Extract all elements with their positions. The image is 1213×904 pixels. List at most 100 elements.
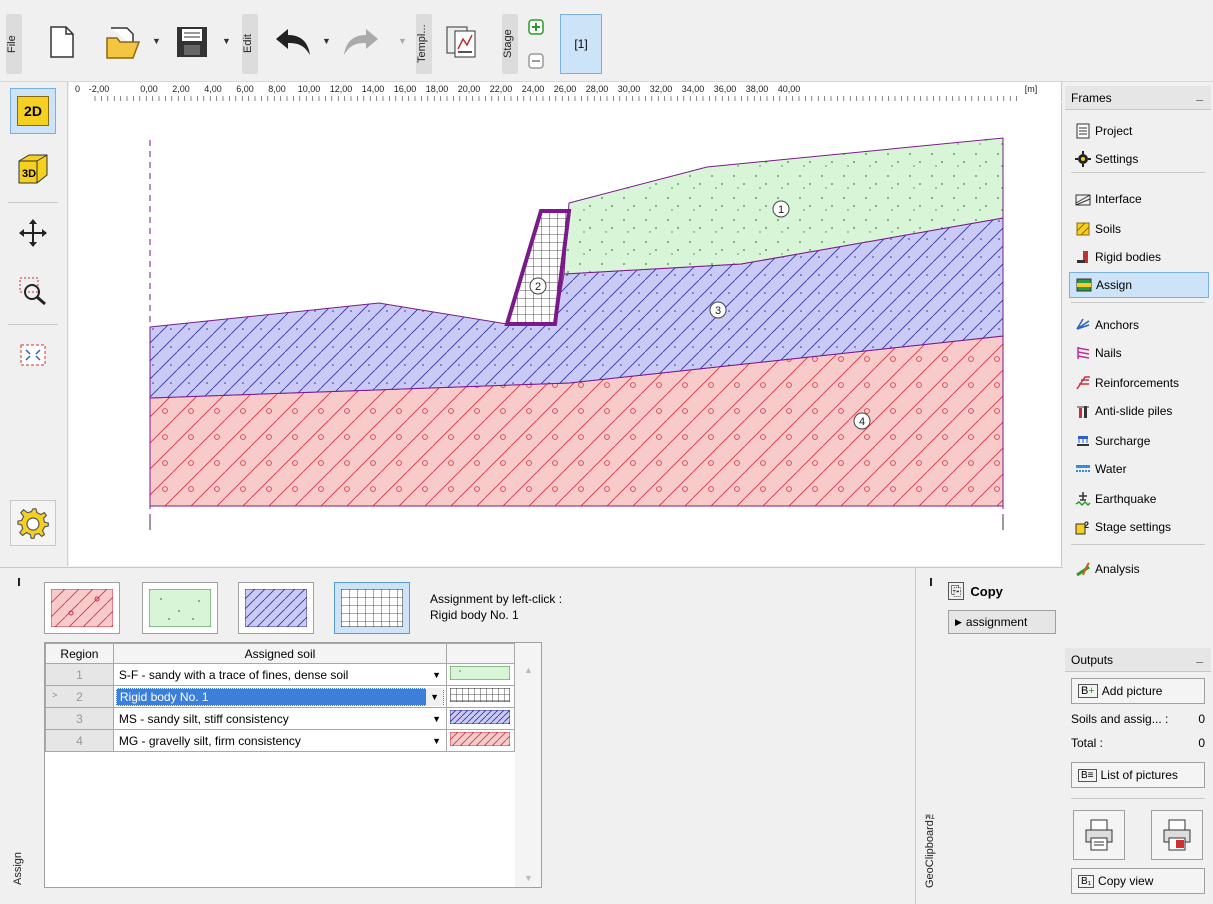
save-file-button[interactable] [170, 22, 214, 62]
ruler-tick-label: 24,00 [522, 84, 545, 94]
view-2d-button[interactable]: 2D [10, 88, 56, 134]
print-export-button[interactable] [1151, 810, 1203, 860]
soil-swatch-green[interactable] [142, 582, 218, 634]
zoom-extents-icon [20, 344, 46, 366]
frame-item-project[interactable]: Project [1069, 118, 1209, 144]
add-stage-button[interactable] [528, 19, 544, 35]
view-settings-button[interactable] [10, 500, 56, 546]
zoom-button[interactable] [10, 268, 56, 314]
frame-item-soils[interactable]: Soils [1069, 216, 1209, 242]
copy-button[interactable]: ⎘ Copy [948, 582, 1003, 600]
list-of-pictures-button[interactable]: B≡ List of pictures [1071, 762, 1205, 788]
open-file-button[interactable] [102, 22, 148, 62]
view-3d-button[interactable]: 3D [10, 146, 56, 192]
frame-item-label: Settings [1095, 152, 1139, 166]
pan-button[interactable] [10, 210, 56, 256]
copy-view-icon: B₁ [1078, 874, 1095, 888]
edit-group-label[interactable]: Edit [242, 14, 258, 74]
frames-panel: Frames _ Project Settings Interface Soils Ri… [1063, 82, 1213, 904]
stage-tab-1[interactable]: [1] [560, 14, 602, 74]
assigned-soil-select[interactable]: Rigid body No. 1 ▼ [112, 685, 447, 708]
gear-icon [17, 508, 49, 539]
scroll-down-arrow[interactable]: ▼ [524, 873, 533, 883]
frame-item-earthquake[interactable]: Earthquake [1069, 486, 1209, 512]
zoom-extents-button[interactable] [10, 332, 56, 378]
remove-stage-button[interactable] [528, 53, 544, 69]
assigned-soil-select[interactable]: S-F - sandy with a trace of fines, dense… [112, 663, 447, 686]
view-tools-strip: 2D 3D [0, 82, 68, 566]
soil-swatch-blue[interactable] [238, 582, 314, 634]
drawing-canvas[interactable]: 0 -2,00 0,00 2,00 4,00 6,00 8,00 10,00 12,00 14,0… [69, 82, 1062, 566]
assign-panel-pin[interactable] [18, 578, 20, 586]
chevron-down-icon[interactable]: ▼ [426, 687, 443, 706]
frame-item-label: Reinforcements [1095, 376, 1180, 390]
soils-icon [1076, 222, 1090, 236]
clipboard-pin[interactable] [930, 578, 932, 586]
frame-item-water[interactable]: Water [1069, 456, 1209, 482]
soil-swatch-red[interactable] [44, 582, 120, 634]
printer-icon [1085, 819, 1113, 851]
add-picture-icon: B+ [1078, 684, 1098, 698]
assigned-soil-select[interactable]: MS - sandy silt, stiff consistency ▼ [112, 707, 447, 730]
file-group-label[interactable]: File [6, 14, 22, 74]
anchors-icon [1076, 318, 1090, 330]
ruler-tick-label: 26,00 [554, 84, 577, 94]
horizontal-ruler: 0 -2,00 0,00 2,00 4,00 6,00 8,00 10,00 12,00 14,0… [69, 84, 1062, 103]
frame-item-anti-slide-piles[interactable]: Anti-slide piles [1069, 398, 1209, 424]
chevron-down-icon[interactable]: ▼ [432, 736, 441, 746]
ruler-tick-label: 22,00 [490, 84, 513, 94]
soil-pattern-preview [445, 685, 516, 708]
assign-table-container: Region Assigned soil 1 S-F - sandy with a… [44, 642, 542, 888]
frame-item-interface[interactable]: Interface [1069, 186, 1209, 212]
assigned-soil-value: Rigid body No. 1 [119, 689, 209, 704]
redo-button[interactable] [340, 24, 384, 60]
table-row[interactable]: >2 Rigid body No. 1 ▼ [45, 685, 516, 708]
frame-item-nails[interactable]: Nails [1069, 340, 1209, 366]
templates-button[interactable] [442, 20, 482, 62]
print-button[interactable] [1073, 810, 1125, 860]
frame-item-label: Analysis [1095, 562, 1140, 576]
frame-item-rigid-bodies[interactable]: Rigid bodies [1069, 244, 1209, 270]
nails-icon [1077, 347, 1090, 359]
rigid-bodies-icon [1077, 251, 1088, 263]
frame-item-reinforcements[interactable]: Reinforcements [1069, 370, 1209, 396]
undo-button[interactable] [270, 24, 314, 60]
assignment-value: Rigid body No. 1 [430, 608, 519, 622]
frame-item-settings[interactable]: Settings [1069, 146, 1209, 172]
table-row[interactable]: 4 MG - gravelly silt, firm consistency ▼ [45, 729, 516, 752]
scroll-up-arrow[interactable]: ▲ [524, 665, 533, 675]
frames-collapse-button[interactable]: _ [1196, 88, 1203, 102]
templates-group-label[interactable]: Templ... [416, 14, 432, 74]
stage-group-label[interactable]: Stage [502, 14, 518, 74]
frame-item-assign[interactable]: Assign [1069, 272, 1209, 298]
outputs-collapse-button[interactable]: _ [1196, 650, 1203, 664]
chevron-down-icon[interactable]: ▼ [432, 670, 441, 680]
save-dropdown-icon[interactable]: ▼ [222, 36, 231, 46]
open-dropdown-icon[interactable]: ▼ [152, 36, 161, 46]
assigned-soil-select[interactable]: MG - gravelly silt, firm consistency ▼ [112, 729, 447, 752]
undo-dropdown-icon[interactable]: ▼ [322, 36, 331, 46]
chevron-down-icon[interactable]: ▼ [432, 714, 441, 724]
svg-text:2: 2 [1084, 520, 1089, 530]
piles-icon [1077, 406, 1089, 418]
copy-view-button[interactable]: B₁ Copy view [1071, 868, 1205, 894]
frame-item-surcharge[interactable]: Surcharge [1069, 428, 1209, 454]
redo-dropdown-icon[interactable]: ▼ [398, 36, 407, 46]
svg-text:2: 2 [535, 281, 541, 293]
assignment-button-label: assignment [965, 615, 1028, 629]
table-row[interactable]: 1 S-F - sandy with a trace of fines, dens… [45, 663, 516, 686]
new-file-button[interactable] [44, 22, 80, 62]
frame-item-analysis[interactable]: Analysis [1069, 556, 1209, 582]
soils-count-row: Soils and assig... : 0 [1071, 712, 1205, 726]
table-scrollbar[interactable]: ▲ ▼ [515, 643, 541, 887]
table-row[interactable]: 3 MS - sandy silt, stiff consistency ▼ [45, 707, 516, 730]
frame-item-anchors[interactable]: Anchors [1069, 312, 1209, 338]
ruler-tick-label: 12,00 [330, 84, 353, 94]
total-count-value: 0 [1198, 736, 1205, 750]
paste-assignment-button[interactable]: ▶ assignment [948, 610, 1056, 634]
frame-item-label: Rigid bodies [1095, 250, 1162, 264]
soil-swatch-rigid-grid[interactable] [334, 582, 410, 634]
frame-item-stage-settings[interactable]: 2 Stage settings [1069, 514, 1209, 540]
assign-table: Region Assigned soil 1 S-F - sandy with a… [45, 643, 516, 752]
add-picture-button[interactable]: B+ Add picture [1071, 678, 1205, 704]
